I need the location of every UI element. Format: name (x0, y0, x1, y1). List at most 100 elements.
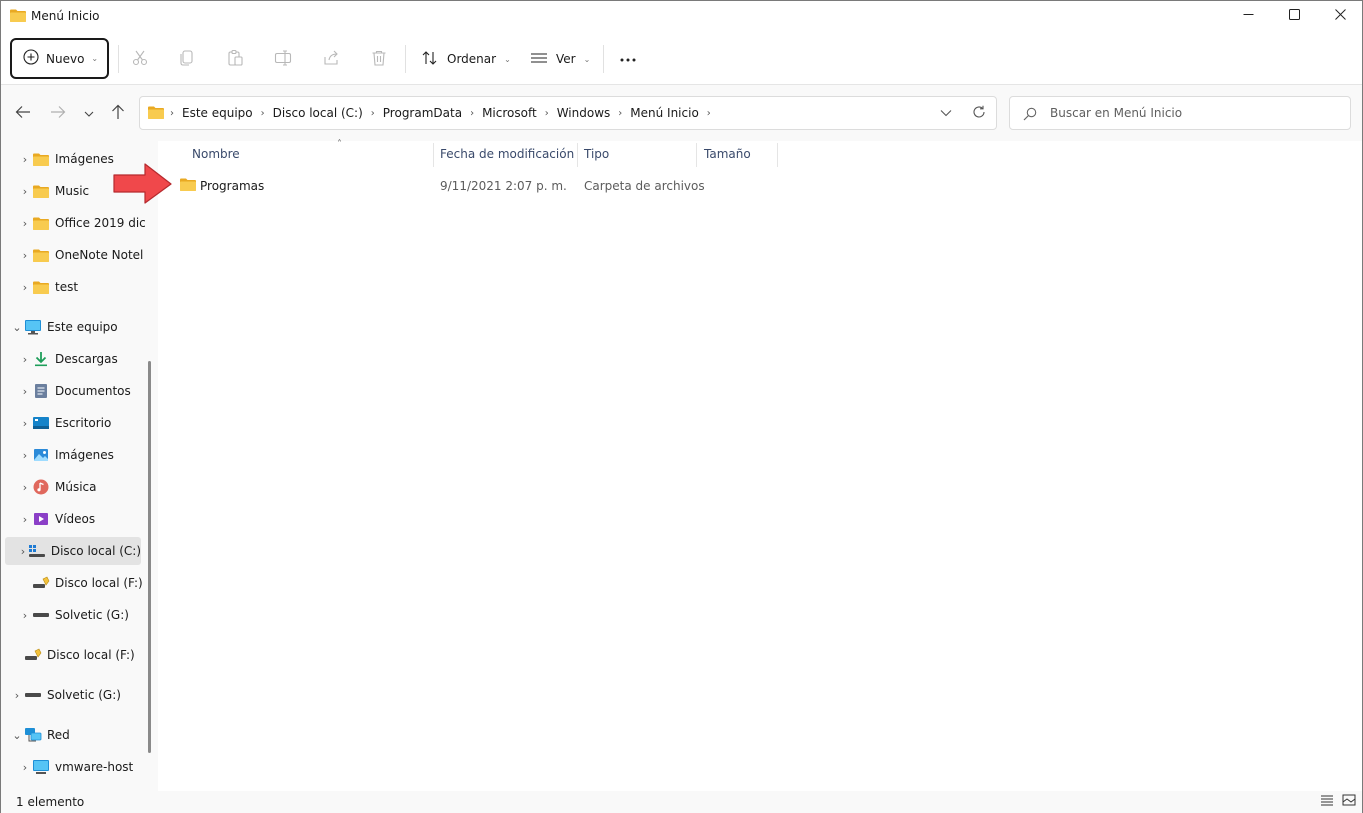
sidebar-scrollbar-thumb[interactable] (148, 361, 151, 753)
breadcrumb-item[interactable]: Windows (549, 106, 619, 120)
address-history-chevron-icon[interactable] (940, 106, 952, 120)
column-divider[interactable] (777, 143, 778, 167)
maximize-button[interactable] (1271, 1, 1317, 31)
rename-icon (274, 49, 292, 70)
sidebar-item-downloads[interactable]: › Descargas (18, 345, 158, 373)
file-explorer-window: Menú Inicio Nuevo ⌄ Ordenar ⌄ Ver ⌄ › Es… (0, 0, 1363, 813)
chevron-right-icon[interactable]: › (18, 185, 32, 198)
column-header-label: Tipo (584, 147, 610, 161)
chevron-right-icon[interactable]: › (18, 385, 32, 398)
sidebar-item-desktop[interactable]: › Escritorio (18, 409, 158, 437)
table-row[interactable]: Programas 9/11/2021 2:07 p. m. Carpeta d… (159, 173, 1349, 199)
sidebar-item-local-disk-c[interactable]: › Disco local (C:) (5, 537, 141, 565)
search-box[interactable]: Buscar en Menú Inicio (1009, 96, 1351, 130)
chevron-right-icon[interactable]: › (18, 417, 32, 430)
chevron-right-icon[interactable]: › (18, 249, 32, 262)
sidebar-item-solvetic-g-root[interactable]: › Solvetic (G:) (10, 681, 150, 709)
rename-button[interactable] (273, 49, 293, 69)
forward-button[interactable] (48, 103, 68, 123)
folder-icon (32, 247, 50, 263)
sidebar-item-label: Imágenes (55, 448, 114, 462)
sidebar-item-videos[interactable]: › Vídeos (18, 505, 158, 533)
breadcrumb-item[interactable]: Este equipo (174, 106, 261, 120)
sidebar-item-pictures[interactable]: › Imágenes (18, 441, 158, 469)
chevron-right-icon[interactable]: › (18, 353, 32, 366)
navigation-pane: › Imágenes › Music › Office 2019 dic › O… (1, 141, 158, 791)
chevron-right-icon[interactable]: › (18, 281, 32, 294)
minimize-icon (1243, 9, 1254, 23)
breadcrumb-item[interactable]: Menú Inicio (622, 106, 707, 120)
chevron-down-icon: ⌄ (504, 54, 511, 64)
chevron-right-icon[interactable]: › (10, 689, 24, 702)
minimize-button[interactable] (1225, 1, 1271, 31)
column-header-modified[interactable]: Fecha de modificación (440, 141, 575, 167)
more-options-button[interactable] (618, 49, 638, 69)
column-divider[interactable] (696, 143, 697, 167)
sidebar-item-local-disk-f-root[interactable]: Disco local (F:) (10, 641, 150, 669)
column-header-name[interactable]: Nombre ˄ (192, 139, 432, 167)
chevron-down-icon[interactable]: ⌄ (10, 729, 24, 742)
chevron-right-icon[interactable]: › (18, 449, 32, 462)
sort-button[interactable]: Ordenar ⌄ (421, 45, 511, 73)
new-button[interactable]: Nuevo ⌄ (10, 38, 109, 79)
folder-icon (32, 279, 50, 295)
navigation-bar: › Este equipo › Disco local (C:) › Progr… (1, 85, 1362, 141)
network-computer-icon (32, 759, 50, 775)
sidebar-item-label: Documentos (55, 384, 131, 398)
column-divider[interactable] (433, 143, 434, 167)
copy-button[interactable] (177, 49, 197, 69)
sidebar-item-documents[interactable]: › Documentos (18, 377, 158, 405)
view-list-icon (530, 51, 548, 68)
recent-locations-button[interactable] (79, 103, 99, 123)
file-type: Carpeta de archivos (584, 179, 705, 193)
delete-button[interactable] (369, 49, 389, 69)
sidebar-item-music-library[interactable]: › Música (18, 473, 158, 501)
sidebar-item-vmware-host[interactable]: › vmware-host (18, 753, 158, 781)
sidebar-item-test[interactable]: › test (18, 273, 158, 301)
up-button[interactable] (108, 103, 128, 123)
breadcrumb-item[interactable]: Microsoft (474, 106, 545, 120)
breadcrumb: › Este equipo › Disco local (C:) › Progr… (170, 97, 711, 129)
sidebar-item-label: Solvetic (G:) (55, 608, 129, 622)
sidebar-item-label: Escritorio (55, 416, 112, 430)
view-button[interactable]: Ver ⌄ (530, 45, 590, 73)
sidebar-item-this-pc[interactable]: ⌄ Este equipo (10, 313, 150, 341)
sidebar-item-solvetic-g[interactable]: › Solvetic (G:) (18, 601, 158, 629)
chevron-right-icon[interactable]: › (18, 609, 32, 622)
folder-icon (148, 106, 164, 122)
breadcrumb-item[interactable]: Disco local (C:) (265, 106, 371, 120)
chevron-down-icon[interactable]: ⌄ (10, 321, 24, 334)
computer-icon (24, 319, 42, 335)
chevron-down-icon: ⌄ (583, 54, 591, 64)
chevron-right-icon[interactable]: › (18, 481, 32, 494)
close-button[interactable] (1317, 1, 1363, 31)
column-header-size[interactable]: Tamaño (704, 141, 774, 167)
sidebar-item-office[interactable]: › Office 2019 dic (18, 209, 158, 237)
chevron-right-icon[interactable]: › (18, 761, 32, 774)
sidebar-item-label: Red (47, 728, 70, 742)
chevron-right-icon[interactable]: › (18, 217, 32, 230)
chevron-right-icon[interactable]: › (707, 108, 711, 119)
sidebar-item-label: Disco local (F:) (47, 648, 135, 662)
sidebar-item-label: Disco local (F:) (55, 576, 143, 590)
sidebar-item-local-disk-f[interactable]: Disco local (F:) (18, 569, 158, 597)
chevron-right-icon[interactable]: › (18, 153, 32, 166)
cut-button[interactable] (130, 49, 150, 69)
refresh-icon[interactable] (972, 105, 986, 122)
folder-icon (32, 151, 50, 167)
column-divider[interactable] (577, 143, 578, 167)
drive-icon (24, 687, 42, 703)
chevron-right-icon[interactable]: › (18, 545, 28, 558)
sidebar-item-network[interactable]: ⌄ Red (10, 721, 150, 749)
share-button[interactable] (321, 49, 341, 69)
back-button[interactable] (13, 103, 33, 123)
thumbnail-view-button[interactable] (1339, 791, 1359, 811)
address-bar[interactable]: › Este equipo › Disco local (C:) › Progr… (139, 96, 997, 130)
breadcrumb-item[interactable]: ProgramData (375, 106, 470, 120)
paste-button[interactable] (225, 49, 245, 69)
column-header-type[interactable]: Tipo (584, 141, 694, 167)
details-view-button[interactable] (1317, 791, 1337, 811)
chevron-right-icon[interactable]: › (18, 513, 32, 526)
folder-icon (32, 215, 50, 231)
sidebar-item-onenote[interactable]: › OneNote Notel (18, 241, 158, 269)
